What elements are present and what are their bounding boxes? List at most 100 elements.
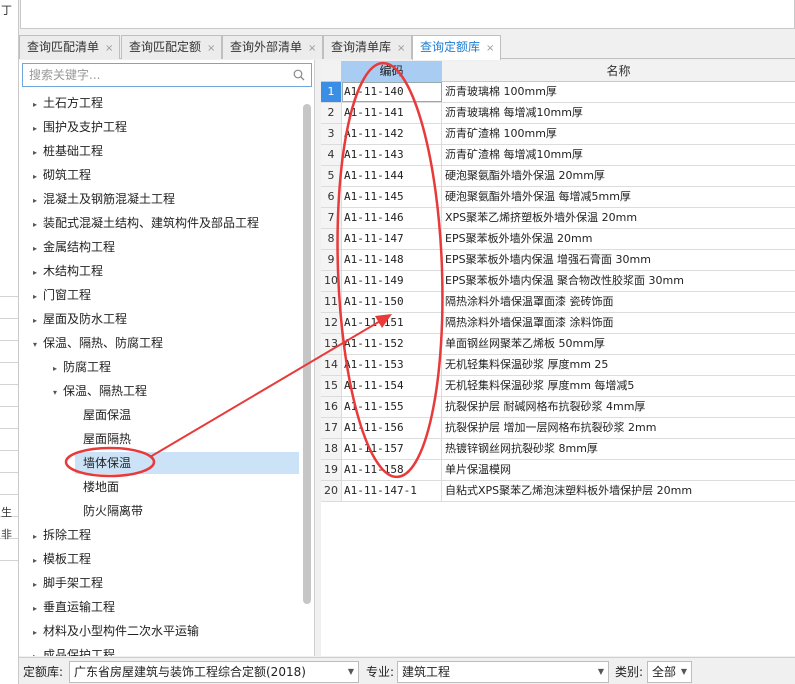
expand-arrow-icon[interactable]: ▸ — [33, 526, 43, 548]
name-cell[interactable]: 抗裂保护层 增加一层网格布抗裂砂浆 2mm — [442, 418, 795, 438]
name-cell[interactable]: 沥青玻璃棉 100mm厚 — [442, 82, 795, 102]
quota-library-select[interactable]: 广东省房屋建筑与装饰工程综合定额(2018) ▼ — [69, 661, 359, 683]
expand-arrow-icon[interactable]: ▸ — [33, 238, 43, 260]
name-cell[interactable]: 隔热涂料外墙保温罩面漆 涂料饰面 — [442, 313, 795, 333]
code-cell[interactable]: A1-11-143 — [342, 145, 442, 165]
tree-node[interactable]: ▸ 土石方工程 — [33, 92, 103, 114]
tree-node[interactable]: ▸ 模板工程 — [33, 548, 91, 570]
table-row[interactable]: 5 A1-11-144 硬泡聚氨酯外墙外保温 20mm厚 — [321, 166, 795, 187]
tab-match-list[interactable]: 查询匹配清单 × — [19, 35, 121, 59]
name-cell[interactable]: 沥青玻璃棉 每增减10mm厚 — [442, 103, 795, 123]
tree-node[interactable]: ▸ 围护及支护工程 — [33, 116, 127, 138]
name-cell[interactable]: 沥青矿渣棉 每增减10mm厚 — [442, 145, 795, 165]
code-cell[interactable]: A1-11-148 — [342, 250, 442, 270]
close-icon[interactable]: × — [207, 43, 215, 54]
tree-node[interactable]: ▸ 屋面及防水工程 — [33, 308, 127, 330]
code-cell[interactable]: A1-11-149 — [342, 271, 442, 291]
category-select[interactable]: 全部 ▼ — [647, 661, 692, 683]
collapse-arrow-icon[interactable]: ▾ — [53, 382, 63, 404]
name-cell[interactable]: 隔热涂料外墙保温罩面漆 瓷砖饰面 — [442, 292, 795, 312]
tree-node[interactable]: ▸ 砌筑工程 — [33, 164, 91, 186]
tree-leaf-selected[interactable]: 墙体保温 — [75, 452, 299, 474]
name-cell[interactable]: XPS聚苯乙烯挤塑板外墙外保温 20mm — [442, 208, 795, 228]
expand-arrow-icon[interactable]: ▸ — [33, 286, 43, 308]
tab-quota-library[interactable]: 查询定额库 × — [412, 35, 502, 60]
name-cell[interactable]: 硬泡聚氨酯外墙外保温 每增减5mm厚 — [442, 187, 795, 207]
code-cell[interactable]: A1-11-140 — [342, 82, 442, 102]
table-row[interactable]: 4 A1-11-143 沥青矿渣棉 每增减10mm厚 — [321, 145, 795, 166]
code-cell[interactable]: A1-11-147 — [342, 229, 442, 249]
expand-arrow-icon[interactable]: ▸ — [33, 262, 43, 284]
table-row[interactable]: 13 A1-11-152 单面钢丝网聚苯乙烯板 50mm厚 — [321, 334, 795, 355]
tree-node[interactable]: ▾ 保温、隔热工程 — [53, 380, 147, 402]
name-cell[interactable]: 热镀锌钢丝网抗裂砂浆 8mm厚 — [442, 439, 795, 459]
tree-node[interactable]: ▸成品保护工程 — [33, 644, 115, 656]
table-row[interactable]: 7 A1-11-146 XPS聚苯乙烯挤塑板外墙外保温 20mm — [321, 208, 795, 229]
tab-external-list[interactable]: 查询外部清单 × — [222, 35, 324, 59]
table-row[interactable]: 6 A1-11-145 硬泡聚氨酯外墙外保温 每增减5mm厚 — [321, 187, 795, 208]
code-cell[interactable]: A1-11-146 — [342, 208, 442, 228]
name-cell[interactable]: 沥青矿渣棉 100mm厚 — [442, 124, 795, 144]
code-cell[interactable]: A1-11-150 — [342, 292, 442, 312]
tree-node[interactable]: ▸ 木结构工程 — [33, 260, 103, 282]
tree-node[interactable]: ▸ 脚手架工程 — [33, 572, 103, 594]
tree-leaf[interactable]: 屋面保温 — [83, 404, 131, 426]
close-icon[interactable]: × — [486, 43, 494, 54]
name-cell[interactable]: 抗裂保护层 耐碱网格布抗裂砂浆 4mm厚 — [442, 397, 795, 417]
close-icon[interactable]: × — [105, 43, 113, 54]
table-row[interactable]: 15 A1-11-154 无机轻集料保温砂浆 厚度mm 每增减5 — [321, 376, 795, 397]
tree-node[interactable]: ▸ 混凝土及钢筋混凝土工程 — [33, 188, 175, 210]
code-cell[interactable]: A1-11-142 — [342, 124, 442, 144]
table-row[interactable]: 1 A1-11-140 沥青玻璃棉 100mm厚 — [321, 82, 795, 103]
tree-leaf[interactable]: 楼地面 — [83, 476, 119, 498]
tree-node[interactable]: ▸ 门窗工程 — [33, 284, 91, 306]
expand-arrow-icon[interactable]: ▸ — [33, 574, 43, 596]
table-row[interactable]: 10 A1-11-149 EPS聚苯板外墙内保温 聚合物改性胶浆面 30mm — [321, 271, 795, 292]
tree-node[interactable]: ▸ 材料及小型构件二次水平运输 — [33, 620, 199, 642]
name-cell[interactable]: EPS聚苯板外墙外保温 20mm — [442, 229, 795, 249]
name-cell[interactable]: 无机轻集料保温砂浆 厚度mm 每增减5 — [442, 376, 795, 396]
expand-arrow-icon[interactable]: ▸ — [33, 622, 43, 644]
tree-node[interactable]: ▸ 拆除工程 — [33, 524, 91, 546]
code-cell[interactable]: A1-11-156 — [342, 418, 442, 438]
tree-node[interactable]: ▸ 防腐工程 — [53, 356, 111, 378]
expand-arrow-icon[interactable]: ▸ — [33, 190, 43, 212]
tree-scrollbar[interactable] — [303, 104, 311, 604]
tree-leaf[interactable]: 屋面隔热 — [83, 428, 131, 450]
collapse-arrow-icon[interactable]: ▾ — [33, 334, 43, 356]
code-cell[interactable]: A1-11-158 — [342, 460, 442, 480]
code-cell[interactable]: A1-11-157 — [342, 439, 442, 459]
table-row[interactable]: 19 A1-11-158 单片保温模网 — [321, 460, 795, 481]
code-cell[interactable]: A1-11-141 — [342, 103, 442, 123]
code-cell[interactable]: A1-11-152 — [342, 334, 442, 354]
name-cell[interactable]: 自粘式XPS聚苯乙烯泡沫塑料板外墙保护层 20mm — [442, 481, 795, 501]
close-icon[interactable]: × — [397, 43, 405, 54]
name-cell[interactable]: 无机轻集料保温砂浆 厚度mm 25 — [442, 355, 795, 375]
expand-arrow-icon[interactable]: ▸ — [33, 166, 43, 188]
code-cell[interactable]: A1-11-147-1 — [342, 481, 442, 501]
table-row[interactable]: 2 A1-11-141 沥青玻璃棉 每增减10mm厚 — [321, 103, 795, 124]
table-row[interactable]: 8 A1-11-147 EPS聚苯板外墙外保温 20mm — [321, 229, 795, 250]
expand-arrow-icon[interactable]: ▸ — [33, 142, 43, 164]
tab-match-quota[interactable]: 查询匹配定额 × — [121, 35, 223, 59]
tree-node[interactable]: ▸ 垂直运输工程 — [33, 596, 115, 618]
name-cell[interactable]: EPS聚苯板外墙内保温 增强石膏面 30mm — [442, 250, 795, 270]
close-icon[interactable]: × — [308, 43, 316, 54]
table-row[interactable]: 18 A1-11-157 热镀锌钢丝网抗裂砂浆 8mm厚 — [321, 439, 795, 460]
search-icon[interactable] — [293, 69, 305, 81]
table-row[interactable]: 12 A1-11-151 隔热涂料外墙保温罩面漆 涂料饰面 — [321, 313, 795, 334]
table-row[interactable]: 14 A1-11-153 无机轻集料保温砂浆 厚度mm 25 — [321, 355, 795, 376]
expand-arrow-icon[interactable]: ▸ — [33, 118, 43, 140]
tree-node[interactable]: ▸ 金属结构工程 — [33, 236, 115, 258]
code-cell[interactable]: A1-11-151 — [342, 313, 442, 333]
name-cell[interactable]: EPS聚苯板外墙内保温 聚合物改性胶浆面 30mm — [442, 271, 795, 291]
major-select[interactable]: 建筑工程 ▼ — [397, 661, 609, 683]
code-cell[interactable]: A1-11-144 — [342, 166, 442, 186]
table-row[interactable]: 20 A1-11-147-1 自粘式XPS聚苯乙烯泡沫塑料板外墙保护层 20mm — [321, 481, 795, 502]
tree-node[interactable]: ▸ 装配式混凝土结构、建筑构件及部品工程 — [33, 212, 259, 234]
code-cell[interactable]: A1-11-154 — [342, 376, 442, 396]
expand-arrow-icon[interactable]: ▸ — [33, 214, 43, 236]
expand-arrow-icon[interactable]: ▸ — [33, 550, 43, 572]
name-column-header[interactable]: 名称 — [442, 61, 795, 82]
expand-arrow-icon[interactable]: ▸ — [33, 94, 43, 116]
